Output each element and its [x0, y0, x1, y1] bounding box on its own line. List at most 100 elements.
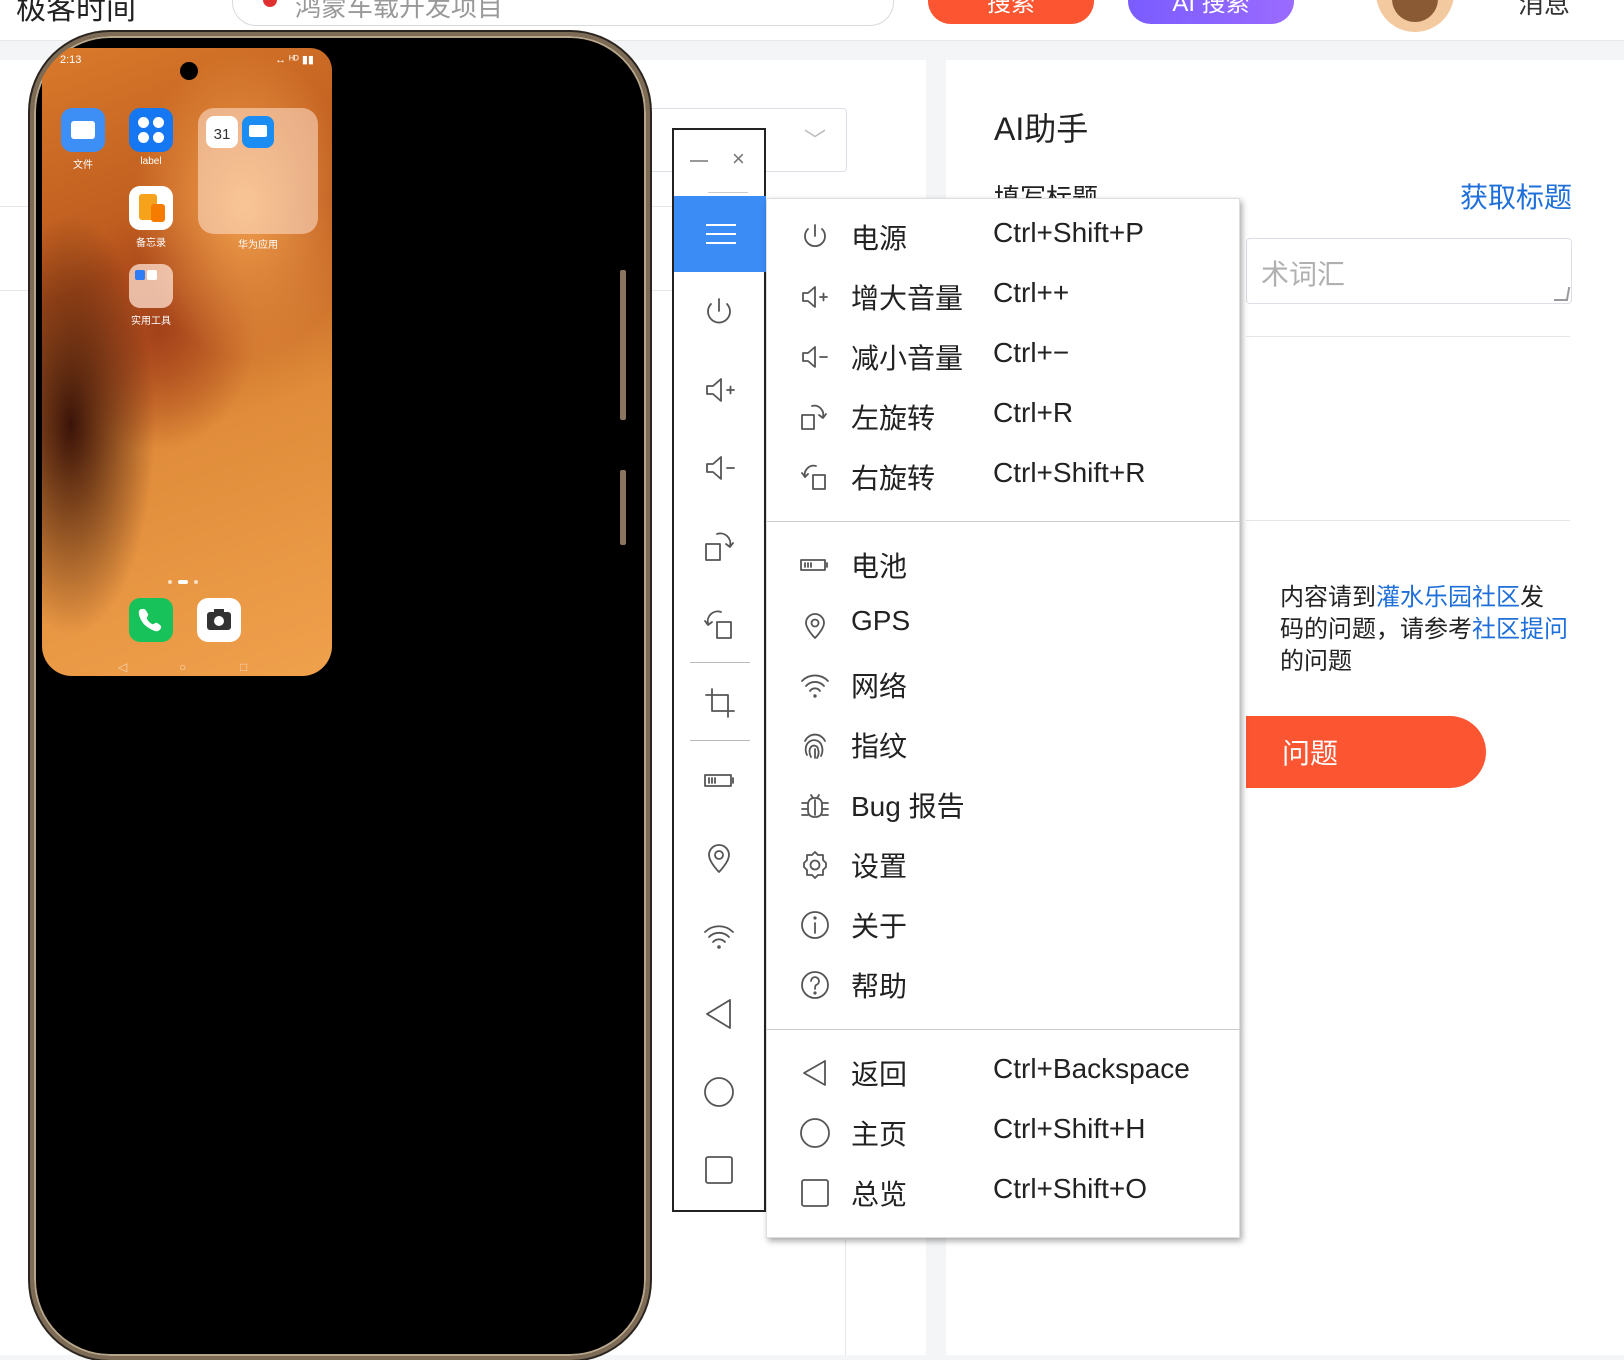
help-icon — [797, 967, 833, 1003]
toolbar-volume-down-icon[interactable] — [697, 446, 741, 490]
menu-item-fingerprint[interactable]: 指纹 — [767, 715, 1241, 775]
toolbar-overview-icon[interactable] — [697, 1148, 741, 1192]
water-park-link[interactable]: 灌水乐园社区 — [1376, 584, 1520, 611]
phone-screen[interactable]: 2:13 ↔ ᴴᴰ ▮▮ 文件 label 备忘录 实用工具 31 华为应用 ◁… — [42, 48, 332, 676]
menu-item-rotate-left[interactable]: 左旋转 Ctrl+R — [767, 387, 1241, 447]
phone-power-button — [620, 470, 626, 545]
ask-question-button[interactable]: 问题 — [1246, 716, 1486, 788]
menu-item-home[interactable]: 主页 Ctrl+Shift+H — [767, 1103, 1241, 1163]
toolbar-battery-icon[interactable] — [697, 758, 741, 802]
menu-item-about[interactable]: 关于 — [767, 895, 1241, 955]
nav-home-icon[interactable]: ○ — [179, 660, 186, 674]
menu-item-power[interactable]: 电源 Ctrl+Shift+P — [767, 207, 1241, 267]
menu-item-rotate-right[interactable]: 右旋转 Ctrl+Shift+R — [767, 447, 1241, 507]
resize-grip-icon[interactable] — [1553, 287, 1571, 301]
volume-down-icon — [797, 339, 833, 375]
search-logo-icon — [263, 0, 277, 7]
emulator-toolbar: × — [672, 128, 766, 1212]
toolbar-power-icon[interactable] — [697, 290, 741, 334]
toolbar-rotate-left-icon[interactable] — [697, 524, 741, 568]
site-title[interactable]: 极客时间 — [16, 0, 136, 28]
menu-item-battery[interactable]: 电池 — [767, 535, 1241, 595]
app-gallery-icon — [129, 108, 173, 152]
nav-recent-icon[interactable]: □ — [240, 660, 247, 674]
fingerprint-icon — [797, 727, 833, 763]
community-notice: 内容请到灌水乐园社区发 码的问题，请参考社区提问 的问题 — [1280, 584, 1568, 675]
tools-folder-icon — [129, 264, 173, 308]
menu-button[interactable] — [674, 196, 766, 272]
messages-link[interactable]: 消息 — [1518, 0, 1570, 21]
keywords-textarea[interactable]: 术词汇 — [1246, 238, 1572, 304]
menu-item-overview[interactable]: 总览 Ctrl+Shift+O — [767, 1163, 1241, 1223]
close-icon[interactable]: × — [732, 148, 745, 170]
search-input[interactable]: 鸿蒙车载开发项目 — [232, 0, 894, 26]
menu-item-volume-down[interactable]: 减小音量 Ctrl+− — [767, 327, 1241, 387]
toolbar-volume-up-icon[interactable] — [697, 368, 741, 412]
info-icon — [797, 907, 833, 943]
calendar-icon: 31 — [206, 116, 238, 148]
nav-back-icon[interactable]: ◁ — [118, 660, 127, 674]
chevron-down-icon: ﹀ — [803, 128, 826, 153]
battery-icon — [797, 547, 833, 583]
toolbar-gps-icon[interactable] — [697, 836, 741, 880]
huawei-apps-folder[interactable]: 31 — [198, 108, 318, 234]
minimize-icon[interactable] — [690, 160, 708, 162]
toolbar-back-icon[interactable] — [697, 992, 741, 1036]
divider — [1246, 520, 1570, 521]
camera-hole — [180, 62, 198, 80]
folder-label: 华为应用 — [238, 240, 278, 251]
ai-search-button[interactable]: AI 搜索 — [1128, 0, 1294, 24]
toolbar-home-icon[interactable] — [697, 1070, 741, 1114]
menu-item-network[interactable]: 网络 — [767, 655, 1241, 715]
email-icon — [242, 116, 274, 148]
assistant-title: AI助手 — [994, 111, 1089, 147]
keywords-placeholder: 术词汇 — [1261, 259, 1346, 290]
search-placeholder: 鸿蒙车载开发项目 — [295, 0, 504, 22]
status-time: 2:13 — [60, 54, 82, 66]
divider — [690, 662, 750, 663]
menu-divider — [767, 521, 1241, 522]
app-camera[interactable] — [188, 598, 250, 646]
menu-item-gps[interactable]: GPS — [767, 595, 1241, 655]
avatar[interactable] — [1376, 0, 1454, 32]
app-tools[interactable]: 实用工具 — [120, 264, 182, 327]
emulator-menu: 电源 Ctrl+Shift+P 增大音量 Ctrl++ 减小音量 Ctrl+− … — [766, 198, 1241, 1238]
toolbar-rotate-right-icon[interactable] — [697, 602, 741, 646]
rotate-left-icon — [797, 399, 833, 435]
toolbar-crop-icon[interactable] — [697, 680, 741, 724]
app-notes[interactable]: 备忘录 — [120, 186, 182, 249]
menu-item-volume-up[interactable]: 增大音量 Ctrl++ — [767, 267, 1241, 327]
app-phone[interactable] — [120, 598, 182, 646]
hamburger-icon — [706, 224, 736, 226]
power-icon — [797, 219, 833, 255]
divider — [690, 740, 750, 741]
menu-item-bug-report[interactable]: Bug 报告 — [767, 775, 1241, 835]
avatar-face-icon — [1392, 0, 1438, 22]
bug-icon — [797, 787, 833, 823]
menu-item-back[interactable]: 返回 Ctrl+Backspace — [767, 1043, 1241, 1103]
phone-nav-bar: ◁ ○ □ — [42, 660, 332, 676]
phone-volume-button — [620, 270, 626, 420]
menu-item-help[interactable]: 帮助 — [767, 955, 1241, 1015]
status-icons: ↔ ᴴᴰ ▮▮ — [275, 54, 314, 66]
community-ask-link[interactable]: 社区提问 — [1472, 616, 1568, 643]
volume-up-icon — [797, 279, 833, 315]
search-button[interactable]: 搜索 — [928, 0, 1094, 24]
divider — [1246, 336, 1570, 337]
back-icon — [797, 1055, 833, 1091]
settings-icon — [797, 847, 833, 883]
phone-call-icon — [129, 598, 173, 642]
camera-icon — [197, 598, 241, 642]
home-icon — [797, 1115, 833, 1151]
toolbar-wifi-icon[interactable] — [697, 914, 741, 958]
app-files[interactable]: 文件 — [52, 108, 114, 171]
wifi-icon — [797, 667, 833, 703]
fill-title-label: 填写标题 — [994, 183, 1099, 200]
menu-item-settings[interactable]: 设置 — [767, 835, 1241, 895]
phone-emulator[interactable]: 2:13 ↔ ᴴᴰ ▮▮ 文件 label 备忘录 实用工具 31 华为应用 ◁… — [30, 32, 650, 1360]
divider — [845, 1240, 846, 1355]
menu-divider — [767, 1029, 1241, 1030]
notes-icon — [129, 186, 173, 230]
app-label[interactable]: label — [120, 108, 182, 167]
get-title-link[interactable]: 获取标题 — [1460, 176, 1572, 216]
